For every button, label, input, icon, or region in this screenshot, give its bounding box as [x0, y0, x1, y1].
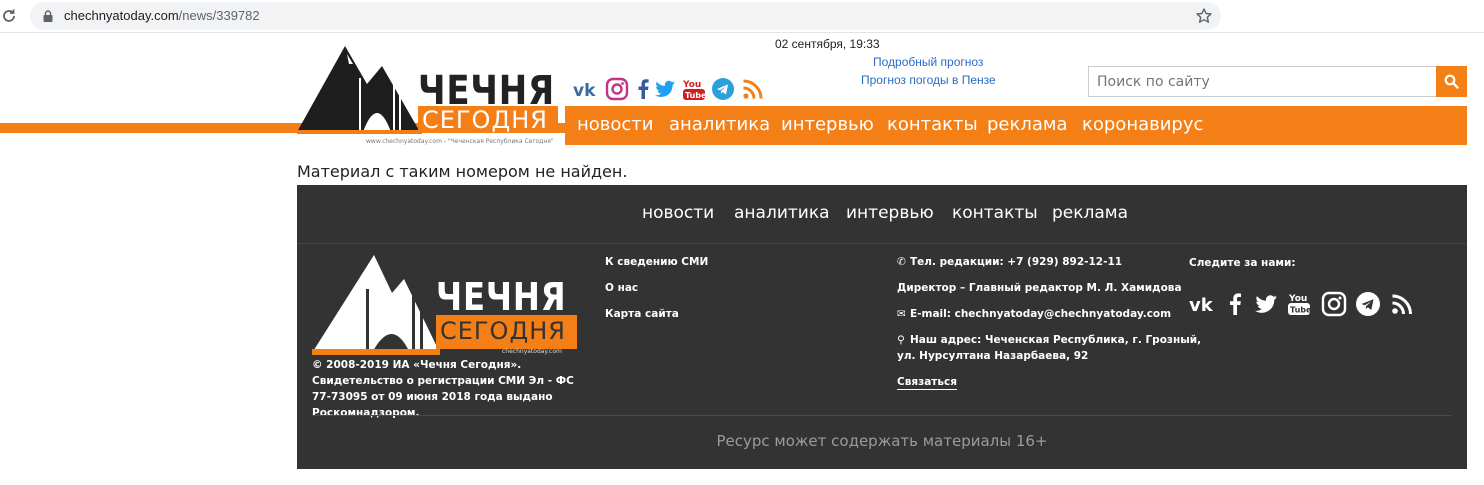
map-marker-icon: ⚲ [897, 334, 905, 346]
instagram-icon[interactable] [1321, 291, 1347, 317]
svg-text:You: You [682, 80, 701, 90]
weather-detailed-link[interactable]: Подробный прогноз [873, 55, 983, 69]
vk-icon[interactable]: vk [1189, 291, 1215, 317]
nav-item-news[interactable]: новости [577, 114, 653, 135]
search-button[interactable] [1436, 66, 1467, 97]
lock-icon [43, 10, 53, 22]
current-datetime: 02 сентября, 19:33 [775, 37, 880, 51]
svg-text:You: You [1288, 294, 1307, 304]
youtube-icon[interactable]: You Tube [682, 77, 706, 101]
search-icon [1444, 74, 1459, 89]
facebook-icon[interactable] [1222, 291, 1248, 317]
nav-item-contacts[interactable]: контакты [887, 114, 978, 135]
envelope-icon: ✉ [897, 308, 906, 320]
footer-nav-interview[interactable]: интервью [846, 203, 934, 223]
rss-icon[interactable] [741, 77, 765, 101]
svg-text:vk: vk [1189, 295, 1214, 316]
logo-tagline: www.chechnyatoday.com - "Чеченская Респу… [366, 138, 554, 145]
footer-logo-subtitle: СЕГОДНЯ [440, 317, 566, 345]
rss-icon[interactable] [1390, 291, 1416, 317]
nav-item-ads[interactable]: реклама [987, 114, 1068, 135]
url-host: chechnyatoday.com [64, 8, 179, 23]
footer-link-sitemap[interactable]: Карта сайта [605, 308, 679, 320]
url-path: /news/339782 [178, 8, 260, 23]
age-disclaimer: Ресурс может содержать материалы 16+ [716, 432, 1048, 450]
weather-city-link[interactable]: Прогноз погоды в Пензе [861, 73, 996, 87]
phone-text: Тел. редакции: +7 (929) 892-12-11 [910, 256, 1123, 268]
contact-us-link[interactable]: Связаться [897, 376, 957, 390]
browser-toolbar: chechnyatoday.com/news/339782 [0, 0, 1484, 33]
nav-item-interview[interactable]: интервью [781, 114, 874, 135]
footer-nav-news[interactable]: новости [642, 203, 714, 223]
address-bar[interactable]: chechnyatoday.com/news/339782 [30, 2, 1221, 30]
twitter-icon[interactable] [653, 77, 677, 101]
footer-divider [297, 243, 1467, 244]
svg-text:Tube: Tube [685, 91, 706, 100]
phone-icon: ✆ [897, 256, 906, 268]
telegram-icon[interactable] [1355, 291, 1381, 317]
footer-phone: ✆ Тел. редакции: +7 (929) 892-12-11 [897, 254, 1122, 270]
footer-link-about[interactable]: О нас [605, 282, 638, 294]
nav-item-coronavirus[interactable]: коронавирус [1082, 114, 1203, 135]
logo-subtitle: СЕГОДНЯ [422, 106, 548, 134]
footer-bottom-divider [312, 415, 1452, 416]
search-input[interactable] [1088, 66, 1437, 97]
footer-link-media[interactable]: К сведению СМИ [605, 256, 708, 268]
footer-address: ⚲ Наш адрес: Чеченская Республика, г. Гро… [897, 332, 1201, 364]
footer-logo-domain: chechnyatoday.com [502, 348, 562, 355]
footer-nav-ads[interactable]: реклама [1052, 203, 1128, 223]
facebook-icon[interactable] [631, 77, 655, 101]
footer-email: ✉ E-mail: chechnyatoday@chechnyatoday.com [897, 306, 1171, 322]
address-line-1: Наш адрес: Чеченская Республика, г. Гроз… [910, 334, 1202, 346]
site-logo[interactable]: ЧЕЧНЯ СЕГОДНЯ www.chechnyatoday.com - "Ч… [297, 44, 565, 146]
address-line-2: ул. Нурсултана Назарбаева, 92 [897, 350, 1089, 362]
main-nav: новости аналитика интервью контакты рекл… [565, 106, 1467, 145]
not-found-message: Материал с таким номером не найден. [297, 162, 628, 181]
site-footer: новости аналитика интервью контакты рекл… [297, 185, 1467, 469]
svg-text:Tube: Tube [1290, 306, 1312, 315]
footer-director: Директор – Главный редактор М. Л. Хамидо… [897, 282, 1182, 294]
instagram-icon[interactable] [605, 77, 629, 101]
twitter-icon[interactable] [1253, 291, 1279, 317]
footer-mountain-logo-icon [312, 255, 440, 355]
copyright-text: © 2008-2019 ИА «Чечня Сегодня». Свидетел… [312, 359, 574, 419]
bookmark-star-icon[interactable] [1195, 7, 1213, 25]
follow-us-label: Следите за нами: [1189, 257, 1296, 269]
email-text: E-mail: chechnyatoday@chechnyatoday.com [910, 308, 1172, 320]
svg-text:vk: vk [573, 81, 596, 101]
youtube-icon[interactable]: You Tube [1287, 291, 1313, 317]
vk-icon[interactable]: vk [573, 77, 597, 101]
footer-logo-title: ЧЕЧНЯ [436, 275, 567, 319]
mountain-mosque-logo-icon [297, 46, 422, 134]
telegram-icon[interactable] [711, 77, 735, 101]
footer-nav-analytics[interactable]: аналитика [734, 203, 830, 223]
nav-item-analytics[interactable]: аналитика [669, 114, 770, 135]
reload-icon[interactable] [1, 8, 17, 24]
footer-logo[interactable]: ЧЕЧНЯ СЕГОДНЯ chechnyatoday.com [312, 253, 577, 361]
url-text: chechnyatoday.com/news/339782 [64, 8, 260, 23]
footer-nav-contacts[interactable]: контакты [952, 203, 1038, 223]
